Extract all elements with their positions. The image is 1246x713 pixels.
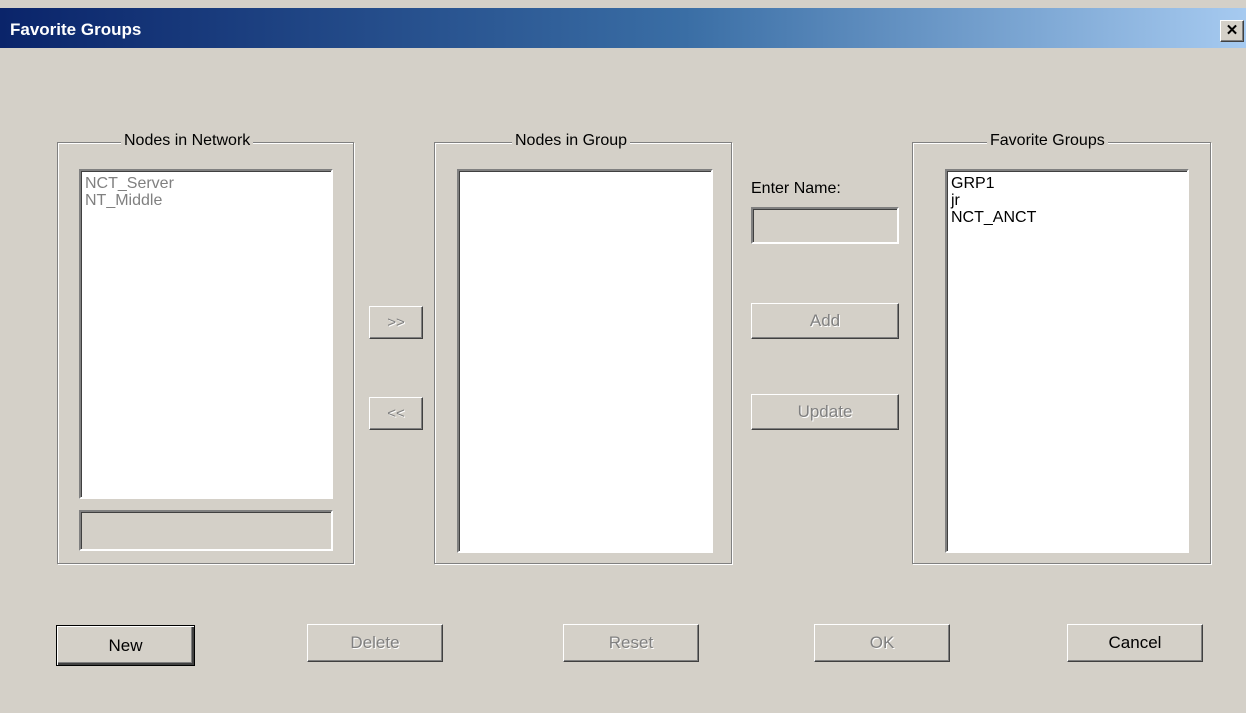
close-button[interactable]: ✕ [1220,20,1244,42]
nodes-in-group-group: Nodes in Group [434,132,732,564]
remove-from-group-button[interactable]: << [369,397,423,430]
list-item[interactable]: NCT_Server [85,175,327,192]
enter-name-label: Enter Name: [751,180,841,197]
group-name-input[interactable] [751,207,899,244]
favorite-groups-group: Favorite Groups GRP1 jr NCT_ANCT [912,132,1211,564]
list-item[interactable]: NT_Middle [85,192,327,209]
nodes-in-network-group: Nodes in Network NCT_Server NT_Middle [57,132,354,564]
list-item[interactable]: NCT_ANCT [951,209,1183,226]
title-bar: Favorite Groups ✕ [0,8,1246,48]
nodes-in-network-legend: Nodes in Network [121,132,254,150]
add-to-group-button[interactable]: >> [369,306,423,339]
new-button[interactable]: New [56,625,195,666]
nodes-in-group-legend: Nodes in Group [512,132,631,150]
nodes-in-group-list[interactable] [457,169,713,553]
nodes-in-network-list[interactable]: NCT_Server NT_Middle [79,169,333,499]
add-group-button[interactable]: Add [751,303,899,339]
reset-button[interactable]: Reset [563,624,699,662]
close-icon: ✕ [1225,22,1239,39]
cancel-button[interactable]: Cancel [1067,624,1203,662]
favorite-groups-list[interactable]: GRP1 jr NCT_ANCT [945,169,1189,553]
list-item[interactable]: jr [951,192,1183,209]
favorite-groups-legend: Favorite Groups [987,132,1108,150]
update-group-button[interactable]: Update [751,394,899,430]
delete-button[interactable]: Delete [307,624,443,662]
list-item[interactable]: GRP1 [951,175,1183,192]
ok-button[interactable]: OK [814,624,950,662]
window-title: Favorite Groups [10,20,142,39]
nodes-in-network-field[interactable] [79,510,333,551]
